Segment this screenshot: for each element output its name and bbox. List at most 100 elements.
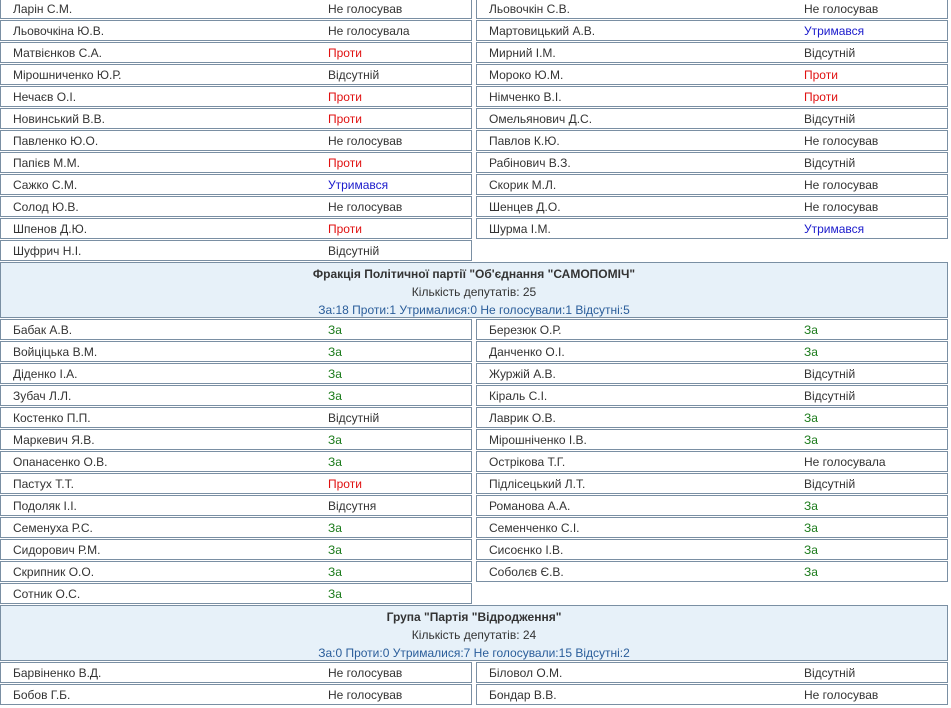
deputy-row: Сидорович Р.М. За Сисоєнко І.В. За xyxy=(0,539,951,561)
faction-header: Фракція Політичної партії "Об'єднання "С… xyxy=(0,262,948,318)
deputy-row: Барвіненко В.Д. Не голосував Біловол О.М. В… xyxy=(0,662,951,684)
deputy-cell: Острікова Т.Г. Не голосувала xyxy=(476,451,948,472)
vote-result: За xyxy=(328,366,342,381)
deputy-row: Павленко Ю.О. Не голосував Павлов К.Ю. Не г… xyxy=(0,130,951,152)
deputy-name: Мартовицький А.В. xyxy=(489,23,596,38)
deputy-row: Бабак А.В. За Березюк О.Р. За xyxy=(0,319,951,341)
deputy-cell: Костенко П.П. Відсутній xyxy=(0,407,472,428)
deputy-name: Діденко І.А. xyxy=(13,366,78,381)
deputy-name: Солод Ю.В. xyxy=(13,199,79,214)
deputy-name: Новинський В.В. xyxy=(13,111,105,126)
vote-result: Відсутній xyxy=(804,476,856,491)
deputy-name: Мірошніченко І.В. xyxy=(489,432,587,447)
vote-result: За xyxy=(328,388,342,403)
deputy-name: Семенченко С.І. xyxy=(489,520,580,535)
deputy-name: Мороко Ю.М. xyxy=(489,67,564,82)
vote-result: Відсутній xyxy=(804,388,856,403)
vote-result: Утримався xyxy=(328,177,389,192)
vote-result: Відсутній xyxy=(804,155,856,170)
deputy-row: Нечаєв О.І. Проти Німченко В.І. Проти xyxy=(0,86,951,108)
deputy-row: Пастух Т.Т. Проти Підлісецький Л.Т. Відсутн… xyxy=(0,473,951,495)
deputy-cell: Ларін С.М. Не голосував xyxy=(0,0,472,19)
deputy-cell: Діденко І.А. За xyxy=(0,363,472,384)
deputy-cell: Папієв М.М. Проти xyxy=(0,152,472,173)
deputy-cell: Скрипник О.О. За xyxy=(0,561,472,582)
deputy-row: Новинський В.В. Проти Омельянович Д.С. Відс… xyxy=(0,108,951,130)
deputy-cell: Солод Ю.В. Не голосував xyxy=(0,196,472,217)
deputy-cell: Бобов Г.Б. Не голосував xyxy=(0,684,472,705)
deputy-cell: Скорик М.Л. Не голосував xyxy=(476,174,948,195)
deputy-name: Павлов К.Ю. xyxy=(489,133,560,148)
deputy-row: Костенко П.П. Відсутній Лаврик О.В. За xyxy=(0,407,951,429)
deputy-row: Подоляк І.І. Відсутня Романова А.А. За xyxy=(0,495,951,517)
vote-result: За xyxy=(328,432,342,447)
deputy-row: Сотник О.С. За xyxy=(0,583,951,605)
vote-result: Не голосував xyxy=(804,1,879,16)
deputy-cell: Бабак А.В. За xyxy=(0,319,472,340)
deputy-name: Підлісецький Л.Т. xyxy=(489,476,586,491)
deputy-cell: Кіраль С.І. Відсутній xyxy=(476,385,948,406)
vote-result: Проти xyxy=(328,111,362,126)
vote-result: Не голосував xyxy=(804,133,879,148)
empty-cell xyxy=(472,583,944,604)
deputy-name: Омельянович Д.С. xyxy=(489,111,593,126)
deputy-cell: Біловол О.М. Відсутній xyxy=(476,662,948,683)
vote-result: За xyxy=(804,498,818,513)
deputy-name: Барвіненко В.Д. xyxy=(13,665,102,680)
vote-result: Проти xyxy=(328,476,362,491)
deputy-name: Нечаєв О.І. xyxy=(13,89,77,104)
faction-title: Фракція Політичної партії "Об'єднання "С… xyxy=(312,267,636,281)
deputy-name: Бабак А.В. xyxy=(13,322,73,337)
deputy-name: Романова А.А. xyxy=(489,498,571,513)
deputy-name: Шпенов Д.Ю. xyxy=(13,221,88,236)
vote-result: За xyxy=(804,322,818,337)
deputy-row: Ларін С.М. Не голосував Льовочкін С.В. Не г… xyxy=(0,0,951,20)
vote-results-table: Ларін С.М. Не голосував Льовочкін С.В. Не г… xyxy=(0,0,951,706)
deputy-name: Соболєв Є.В. xyxy=(489,564,564,579)
deputy-cell: Войціцька В.М. За xyxy=(0,341,472,362)
deputy-row: Опанасенко О.В. За Острікова Т.Г. Не голосу… xyxy=(0,451,951,473)
deputy-row: Скрипник О.О. За Соболєв Є.В. За xyxy=(0,561,951,583)
faction-summary: За:0 Проти:0 Утрималися:7 Не голосували:… xyxy=(318,646,630,660)
vote-result: За xyxy=(804,432,818,447)
deputy-cell: Березюк О.Р. За xyxy=(476,319,948,340)
deputy-row: Матвієнков С.А. Проти Мирний І.М. Відсутній xyxy=(0,42,951,64)
deputy-name: Льовочкін С.В. xyxy=(489,1,570,16)
faction-count: Кількість депутатів: 24 xyxy=(411,628,537,642)
vote-result: Не голосував xyxy=(804,177,879,192)
deputy-cell: Рабінович В.З. Відсутній xyxy=(476,152,948,173)
vote-result: Відсутній xyxy=(804,111,856,126)
deputy-name: Льовочкіна Ю.В. xyxy=(13,23,105,38)
deputy-name: Маркевич Я.В. xyxy=(13,432,95,447)
deputy-cell: Мірошниченко Ю.Р. Відсутній xyxy=(0,64,472,85)
deputy-row: Зубач Л.Л. За Кіраль С.І. Відсутній xyxy=(0,385,951,407)
deputy-cell: Шуфрич Н.І. Відсутній xyxy=(0,240,472,261)
vote-result: Утримався xyxy=(804,221,865,236)
deputy-cell: Маркевич Я.В. За xyxy=(0,429,472,450)
vote-result: Відсутній xyxy=(804,45,856,60)
vote-result: За xyxy=(804,344,818,359)
deputy-cell: Шенцев Д.О. Не голосував xyxy=(476,196,948,217)
deputy-cell: Семенуха Р.С. За xyxy=(0,517,472,538)
deputy-row: Папієв М.М. Проти Рабінович В.З. Відсутній xyxy=(0,152,951,174)
deputy-cell: Семенченко С.І. За xyxy=(476,517,948,538)
deputy-name: Подоляк І.І. xyxy=(13,498,77,513)
deputy-name: Папієв М.М. xyxy=(13,155,80,170)
deputy-cell: Бондар В.В. Не голосував xyxy=(476,684,948,705)
deputy-cell: Опанасенко О.В. За xyxy=(0,451,472,472)
deputy-name: Данченко О.І. xyxy=(489,344,565,359)
vote-result: Відсутня xyxy=(328,498,377,513)
vote-result: За xyxy=(328,586,342,601)
deputy-name: Бобов Г.Б. xyxy=(13,687,71,702)
deputy-cell: Шпенов Д.Ю. Проти xyxy=(0,218,472,239)
deputy-cell: Павленко Ю.О. Не голосував xyxy=(0,130,472,151)
deputy-name: Костенко П.П. xyxy=(13,410,91,425)
faction-count: Кількість депутатів: 25 xyxy=(411,285,537,299)
deputy-cell: Мирний І.М. Відсутній xyxy=(476,42,948,63)
deputy-cell: Лаврик О.В. За xyxy=(476,407,948,428)
deputy-cell: Підлісецький Л.Т. Відсутній xyxy=(476,473,948,494)
vote-result: Проти xyxy=(328,155,362,170)
deputy-name: Сотник О.С. xyxy=(13,586,81,601)
vote-result: Проти xyxy=(328,221,362,236)
vote-result: Не голосував xyxy=(804,199,879,214)
